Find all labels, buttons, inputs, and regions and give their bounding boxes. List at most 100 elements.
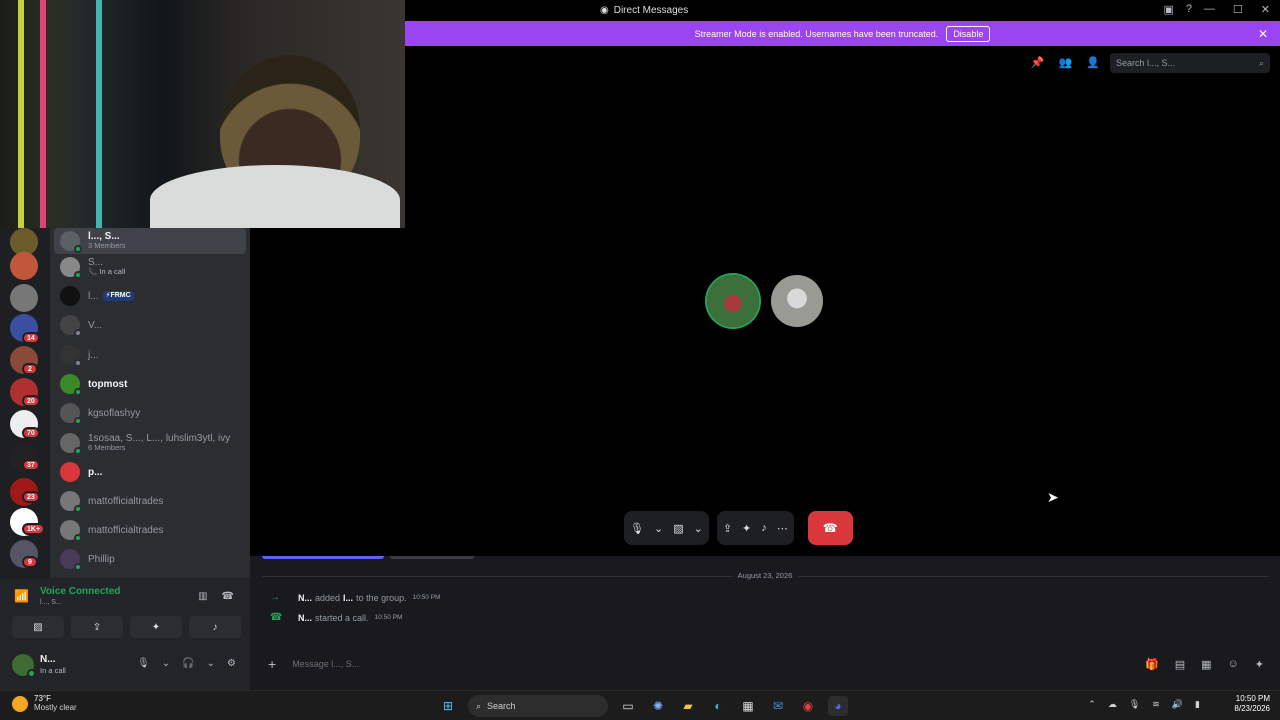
server-icon[interactable]	[10, 252, 38, 280]
file-explorer-icon[interactable]: ▰	[678, 696, 698, 716]
gift-icon[interactable]: 🎁	[1145, 658, 1159, 671]
title-bar: ◉ Direct Messages ▣ ? — ☐ ✕	[405, 0, 1280, 21]
chevron-down-icon[interactable]: ⌄	[654, 522, 663, 535]
mention-badge: 2	[22, 363, 38, 375]
task-view-icon[interactable]: ▭	[618, 696, 638, 716]
close-window-button[interactable]: ✕	[1261, 3, 1270, 16]
system-tray: ⌃ ☁ 🎙 ≋ 🔊 ▮	[1088, 699, 1200, 710]
dm-item[interactable]: V...	[54, 312, 246, 338]
screen-share-icon: ⇪	[92, 621, 102, 633]
phone-icon: ☎	[270, 612, 283, 623]
in-call-status: 📞 In a call	[88, 267, 126, 277]
windows-start-icon[interactable]: ⊞	[438, 696, 458, 716]
taskbar-search[interactable]: ⌕ Search	[468, 695, 608, 717]
dm-item[interactable]: S... 📞 In a call	[54, 254, 246, 280]
gif-icon[interactable]: ▤	[1175, 658, 1185, 671]
microphone-icon[interactable]: 🎙	[137, 658, 150, 669]
weather-icon	[12, 695, 28, 712]
camera-toggle-button[interactable]: ▨	[12, 616, 64, 638]
dm-item[interactable]: p...	[54, 459, 246, 485]
server-icon[interactable]	[10, 284, 38, 312]
mention-badge: 9	[22, 556, 38, 568]
dm-item[interactable]: Phillip	[54, 546, 246, 572]
voice-connected-title[interactable]: Voice Connected	[40, 586, 120, 597]
dm-item[interactable]: mattofficialtrades	[54, 488, 246, 514]
emoji-icon[interactable]: ☺	[1228, 658, 1239, 671]
apps-icon[interactable]: ✦	[1255, 658, 1264, 671]
dm-item[interactable]: l..., S... 3 Members	[54, 228, 246, 254]
minimize-button[interactable]: —	[1204, 3, 1215, 16]
disable-streamer-mode-button[interactable]: Disable	[946, 25, 991, 42]
settings-gear-icon[interactable]: ⚙	[227, 658, 236, 669]
mention-badge: 70	[22, 427, 40, 439]
dm-item[interactable]: topmost	[54, 371, 246, 397]
mention-badge: 14	[22, 332, 40, 344]
dm-item[interactable]: j...	[54, 342, 246, 368]
chevron-down-icon[interactable]: ⌄	[162, 658, 170, 669]
actions-group: ⇪ ✦ ♪ ⋯	[716, 511, 794, 545]
camera-off-icon[interactable]: ▨	[673, 522, 683, 535]
help-icon[interactable]: ?	[1186, 3, 1192, 16]
microphone-icon[interactable]: 🎙	[1129, 699, 1140, 710]
battery-icon[interactable]: ▮	[1195, 699, 1200, 710]
wifi-icon[interactable]: ≋	[1152, 699, 1160, 710]
discord-taskbar-icon[interactable]: ◕	[828, 696, 848, 716]
chevron-down-icon[interactable]: ⌄	[207, 658, 215, 669]
tab-indicator	[262, 556, 384, 559]
arrow-right-icon: →	[270, 592, 280, 603]
close-banner-icon[interactable]: ✕	[1258, 27, 1268, 41]
sticker-icon[interactable]: ▦	[1201, 658, 1211, 671]
search-icon: ⌕	[476, 700, 482, 711]
webcam-overlay	[0, 0, 405, 228]
screen-share-icon[interactable]: ⇪	[723, 522, 732, 535]
end-call-button[interactable]: ☎	[807, 511, 853, 545]
call-participant-avatar[interactable]	[771, 275, 823, 327]
search-input[interactable]: Search l..., S... ⌕	[1110, 53, 1270, 73]
chevron-up-icon[interactable]: ⌃	[1088, 699, 1096, 710]
dm-item[interactable]: 1sosaa, S..., L..., luhslim3ytl, ivy 6 Me…	[54, 428, 246, 458]
headphones-icon[interactable]: 🎧	[182, 658, 194, 669]
add-friends-icon[interactable]: 👥	[1059, 56, 1073, 69]
avatar	[60, 231, 82, 253]
add-attachment-icon[interactable]: +	[268, 656, 276, 672]
soundboard-button[interactable]: ♪	[189, 616, 241, 638]
banner-text: Streamer Mode is enabled. Usernames have…	[694, 28, 939, 39]
message-input[interactable]: + Message l..., S... 🎁 ▤ ▦ ☺ ✦	[258, 650, 1272, 678]
onedrive-icon[interactable]: ☁	[1108, 699, 1117, 710]
volume-icon[interactable]: 🔊	[1172, 699, 1183, 710]
signal-icon[interactable]: 📶	[14, 589, 29, 603]
chat-area: August 23, 2026 → N... added l... to the…	[250, 556, 1280, 690]
chrome-icon[interactable]: ◉	[798, 696, 818, 716]
activities-icon[interactable]: ✦	[742, 522, 751, 535]
more-options-icon[interactable]: ⋯	[777, 522, 788, 535]
dm-item[interactable]: l... ⚡FRMC	[54, 283, 246, 309]
username[interactable]: N...	[40, 654, 56, 665]
activities-button[interactable]: ✦	[130, 616, 182, 638]
taskbar-clock[interactable]: 10:50 PM 8/23/2026	[1234, 694, 1270, 715]
soundboard-icon: ♪	[212, 621, 218, 633]
activities-icon: ✦	[151, 621, 161, 633]
member-list-icon[interactable]: 👤	[1086, 56, 1100, 69]
store-icon[interactable]: ▦	[738, 696, 758, 716]
pin-icon[interactable]: 📌	[1031, 56, 1045, 69]
mail-icon[interactable]: ✉	[768, 696, 788, 716]
date-divider-label: August 23, 2026	[731, 571, 799, 580]
system-message: ☎ N... started a call. 10:50 PM	[270, 612, 403, 623]
edge-browser-icon[interactable]: ◐	[708, 696, 728, 716]
copilot-icon[interactable]: ✺	[648, 696, 668, 716]
inbox-icon[interactable]: ▣	[1163, 3, 1173, 16]
dm-item[interactable]: mattofficialtrades	[54, 517, 246, 543]
weather-widget[interactable]: 73°F Mostly clear	[12, 694, 77, 713]
avatar	[60, 549, 82, 571]
microphone-icon[interactable]: 🎙	[630, 522, 644, 535]
chevron-down-icon[interactable]: ⌄	[694, 522, 703, 535]
clan-tag: ⚡FRMC	[102, 291, 134, 301]
call-participant-avatar[interactable]	[707, 275, 759, 327]
mention-badge: 1K+	[22, 523, 46, 535]
dm-item[interactable]: kgsoflashyy	[54, 400, 246, 426]
disconnect-icon[interactable]: ☎	[222, 591, 234, 602]
noise-suppression-icon[interactable]: ▥	[198, 591, 207, 602]
share-screen-button[interactable]: ⇪	[71, 616, 123, 638]
maximize-button[interactable]: ☐	[1233, 3, 1243, 16]
soundboard-icon[interactable]: ♪	[761, 522, 767, 534]
